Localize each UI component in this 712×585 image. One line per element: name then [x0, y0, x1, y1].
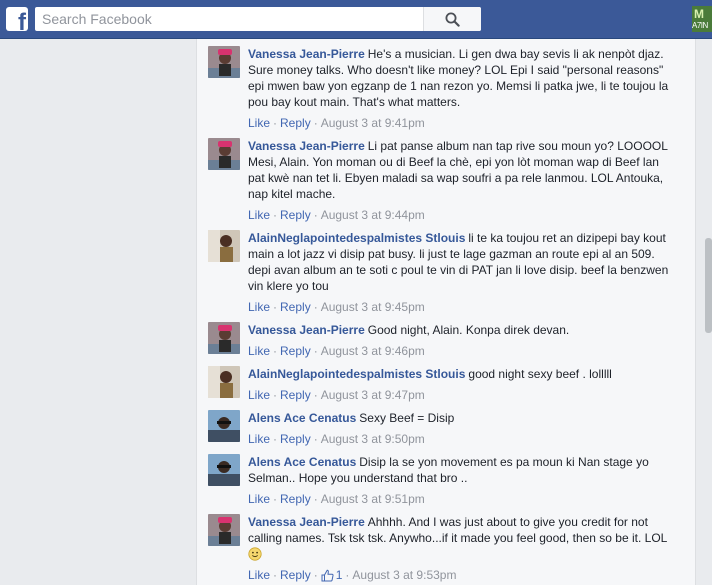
avatar[interactable]: [208, 410, 240, 442]
search-button[interactable]: [423, 7, 481, 31]
comment-text-block: AlainNeglapointedespalmistes Stlouis good…: [248, 366, 676, 382]
comment-timestamp[interactable]: August 3 at 9:45pm: [321, 300, 425, 314]
comment-actions: Like · Reply · August 3 at 9:45pm: [248, 300, 425, 314]
like-link[interactable]: Like: [248, 388, 270, 402]
avatar[interactable]: [208, 454, 240, 486]
search-icon: [445, 12, 460, 27]
comment-actions: Like · Reply · August 3 at 9:47pm: [248, 388, 425, 402]
comment-author-link[interactable]: Vanessa Jean-Pierre: [248, 139, 365, 153]
comment-text-block: Vanessa Jean-Pierre Ahhhh. And I was just…: [248, 514, 676, 562]
comment-actions: Like · Reply · 1 · August 3 at 9:53pm: [248, 568, 457, 582]
comment-timestamp[interactable]: August 3 at 9:51pm: [321, 492, 425, 506]
avatar[interactable]: [208, 230, 240, 262]
comment-author-link[interactable]: Alens Ace Cenatus: [248, 411, 356, 425]
comment-text-block: Vanessa Jean-Pierre He's a musician. Li g…: [248, 46, 676, 110]
reply-link[interactable]: Reply: [280, 568, 311, 582]
top-navigation-bar: f M A7IN: [0, 0, 712, 39]
comment-author-link[interactable]: AlainNeglapointedespalmistes Stlouis: [248, 367, 465, 381]
comment-actions: Like · Reply · August 3 at 9:46pm: [248, 344, 425, 358]
search-input[interactable]: [35, 7, 440, 31]
like-link[interactable]: Like: [248, 344, 270, 358]
comment-text-block: Vanessa Jean-Pierre Li pat panse album na…: [248, 138, 676, 202]
like-count[interactable]: 1: [336, 568, 343, 582]
search-bar: [35, 7, 481, 31]
comment-timestamp[interactable]: August 3 at 9:53pm: [352, 568, 456, 582]
like-link[interactable]: Like: [248, 300, 270, 314]
comment-timestamp[interactable]: August 3 at 9:41pm: [321, 116, 425, 130]
reply-link[interactable]: Reply: [280, 388, 311, 402]
comment-text-block: Vanessa Jean-Pierre Good night, Alain. Ko…: [248, 322, 676, 338]
comment-timestamp[interactable]: August 3 at 9:47pm: [321, 388, 425, 402]
comment-actions: Like · Reply · August 3 at 9:41pm: [248, 116, 425, 130]
reply-link[interactable]: Reply: [280, 492, 311, 506]
reply-link[interactable]: Reply: [280, 116, 311, 130]
avatar[interactable]: [208, 138, 240, 170]
reply-link[interactable]: Reply: [280, 300, 311, 314]
avatar[interactable]: [208, 46, 240, 78]
comment-text: Good night, Alain. Konpa direk devan.: [367, 323, 570, 337]
comment-text-block: Alens Ace Cenatus Sexy Beef = Disip: [248, 410, 676, 426]
comment-author-link[interactable]: Vanessa Jean-Pierre: [248, 47, 365, 61]
page-thumbnail[interactable]: M A7IN: [692, 6, 712, 32]
like-link[interactable]: Like: [248, 432, 270, 446]
like-link[interactable]: Like: [248, 116, 270, 130]
facebook-logo-icon[interactable]: f: [6, 7, 28, 31]
thumbs-up-icon[interactable]: [321, 569, 334, 582]
reply-link[interactable]: Reply: [280, 344, 311, 358]
comment-actions: Like · Reply · August 3 at 9:51pm: [248, 492, 425, 506]
comment-timestamp[interactable]: August 3 at 9:44pm: [321, 208, 425, 222]
reply-link[interactable]: Reply: [280, 432, 311, 446]
comment-text-block: Alens Ace Cenatus Disip la se yon movemen…: [248, 454, 676, 486]
comment-author-link[interactable]: Vanessa Jean-Pierre: [248, 515, 365, 529]
like-link[interactable]: Like: [248, 492, 270, 506]
comment-timestamp[interactable]: August 3 at 9:46pm: [321, 344, 425, 358]
comment-text: good night sexy beef . lolllll: [468, 367, 612, 381]
comment-text-block: AlainNeglapointedespalmistes Stlouis li t…: [248, 230, 676, 294]
scrollbar-thumb[interactable]: [705, 238, 712, 333]
avatar[interactable]: [208, 366, 240, 398]
reply-link[interactable]: Reply: [280, 208, 311, 222]
like-link[interactable]: Like: [248, 208, 270, 222]
comment-text: Sexy Beef = Disip: [359, 411, 455, 425]
avatar[interactable]: [208, 322, 240, 354]
like-link[interactable]: Like: [248, 568, 270, 582]
comment-actions: Like · Reply · August 3 at 9:50pm: [248, 432, 425, 446]
avatar[interactable]: [208, 514, 240, 546]
comment-timestamp[interactable]: August 3 at 9:50pm: [321, 432, 425, 446]
comment-actions: Like · Reply · August 3 at 9:44pm: [248, 208, 425, 222]
comment-author-link[interactable]: Vanessa Jean-Pierre: [248, 323, 365, 337]
smiley-emoji-icon: [248, 547, 262, 561]
comment-author-link[interactable]: Alens Ace Cenatus: [248, 455, 356, 469]
comment-author-link[interactable]: AlainNeglapointedespalmistes Stlouis: [248, 231, 465, 245]
